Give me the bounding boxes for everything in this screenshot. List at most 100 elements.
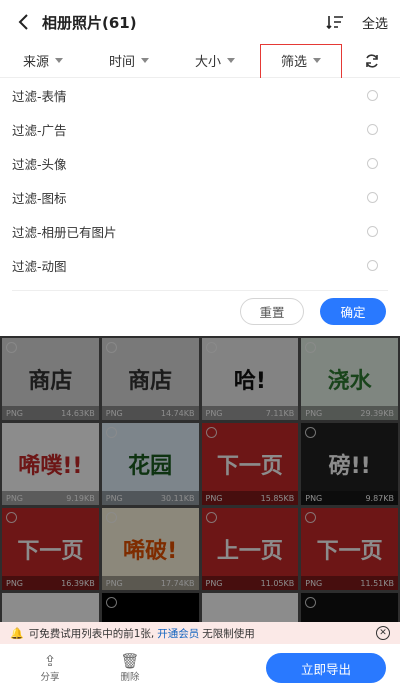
refresh-button[interactable] <box>344 44 400 77</box>
export-button[interactable]: 立即导出 <box>266 653 386 683</box>
select-check-icon[interactable] <box>105 342 117 353</box>
file-type: PNG <box>205 408 223 418</box>
file-type: PNG <box>205 493 223 503</box>
radio-button[interactable] <box>367 123 378 135</box>
file-size: 29.39KB <box>360 408 394 418</box>
image-grid: 商店 PNG 14.63KB 商店 PNG 14.74KB 哈! PNG 7.11KB 浇水 PNG… <box>0 336 400 622</box>
grid-image-item[interactable]: 上一页 PNG 11.05KB <box>201 508 299 590</box>
file-type: PNG <box>105 493 123 503</box>
select-check-icon[interactable] <box>6 427 17 438</box>
radio-button[interactable] <box>367 191 378 203</box>
delete-button[interactable]: 🗑 删除 <box>100 653 160 683</box>
grid-image-item[interactable]: 唏噗!! PNG 9.19KB <box>2 423 99 505</box>
grid-image-item[interactable]: 磅!! PNG 9.87KB <box>301 423 398 505</box>
filter-label: 过滤-广告 <box>12 122 67 138</box>
filter-label: 过滤-图标 <box>12 190 67 206</box>
tab-label: 来源 <box>22 55 49 70</box>
vip-link[interactable]: 开通会员 <box>157 626 199 641</box>
grid-image-item[interactable]: 我们就 <box>201 593 299 622</box>
select-check-icon[interactable] <box>305 597 317 608</box>
share-button[interactable]: ⇪ 分享 <box>20 653 80 683</box>
image-thumbnail: 磅!! <box>328 454 371 479</box>
grid-image-item[interactable] <box>301 593 398 622</box>
radio-button[interactable] <box>367 225 378 237</box>
page-title: 相册照片(61) <box>42 13 137 32</box>
radio-button[interactable] <box>367 89 378 101</box>
file-size: 30.11KB <box>160 493 195 503</box>
grid-image-item[interactable]: 唏破! PNG 17.74KB <box>101 508 199 590</box>
grid-image-item[interactable]: 花园 PNG 30.11KB <box>101 423 199 505</box>
image-meta: PNG 15.85KB <box>201 491 299 505</box>
radio-button[interactable] <box>367 157 378 169</box>
select-check-icon[interactable] <box>6 597 17 608</box>
file-size: 11.05KB <box>260 578 295 588</box>
file-size: 11.51KB <box>360 578 394 588</box>
select-check-icon[interactable] <box>6 512 17 523</box>
image-thumbnail: 下一页 <box>216 454 283 479</box>
bell-icon: 🔔 <box>10 626 24 640</box>
select-check-icon[interactable] <box>205 342 217 353</box>
grid-image-item[interactable] <box>101 593 199 622</box>
file-size: 17.74KB <box>160 578 195 588</box>
share-label: 分享 <box>40 672 60 683</box>
file-size: 14.74KB <box>160 408 195 418</box>
file-type: PNG <box>6 493 24 503</box>
radio-button[interactable] <box>367 259 378 271</box>
share-icon: ⇪ <box>43 652 57 670</box>
image-thumbnail: 商店 <box>128 369 173 394</box>
tab-source[interactable]: 来源 <box>0 44 86 77</box>
grid-image-item[interactable]: 下一页 PNG 11.51KB <box>301 508 398 590</box>
select-check-icon[interactable] <box>305 512 317 523</box>
select-check-icon[interactable] <box>205 512 217 523</box>
image-meta: PNG 9.19KB <box>2 491 99 505</box>
reset-button[interactable]: 重置 <box>240 298 304 325</box>
select-check-icon[interactable] <box>6 342 17 353</box>
image-meta: PNG 14.74KB <box>101 406 199 420</box>
image-meta: PNG 16.39KB <box>2 576 99 590</box>
grid-image-item[interactable]: 商店 PNG 14.74KB <box>101 338 199 420</box>
file-size: 15.85KB <box>260 493 295 503</box>
select-check-icon[interactable] <box>305 342 317 353</box>
confirm-button[interactable]: 确定 <box>320 298 386 325</box>
file-type: PNG <box>305 578 323 588</box>
grid-image-item[interactable]: 下一页 PNG 15.85KB <box>201 423 299 505</box>
select-check-icon[interactable] <box>105 427 117 438</box>
file-size: 9.87KB <box>365 493 394 503</box>
select-check-icon[interactable] <box>105 597 117 608</box>
filter-option-ads[interactable]: 过滤-广告 <box>0 112 400 146</box>
filter-option-avatar[interactable]: 过滤-头像 <box>0 146 400 180</box>
filter-option-icons[interactable]: 过滤-图标 <box>0 180 400 214</box>
select-all-button[interactable]: 全选 <box>362 13 388 32</box>
divider <box>12 290 388 291</box>
tab-time[interactable]: 时间 <box>86 44 172 77</box>
image-thumbnail: 下一页 <box>17 539 84 564</box>
grid-image-item[interactable]: 哈! PNG 7.11KB <box>201 338 299 420</box>
notice-text: 可免费试用列表中的前1张, <box>28 627 155 640</box>
file-type: PNG <box>105 408 123 418</box>
back-icon[interactable] <box>12 10 36 34</box>
image-meta: PNG 29.39KB <box>301 406 398 420</box>
select-check-icon[interactable] <box>205 427 217 438</box>
sort-icon[interactable] <box>324 11 346 33</box>
filter-option-emoji[interactable]: 过滤-表情 <box>0 78 400 112</box>
filter-label: 过滤-头像 <box>12 156 67 172</box>
grid-image-item[interactable]: 浇水 PNG 29.39KB <box>301 338 398 420</box>
close-icon[interactable]: ✕ <box>376 626 390 640</box>
file-type: PNG <box>305 493 323 503</box>
filter-option-existing[interactable]: 过滤-相册已有图片 <box>0 214 400 248</box>
file-type: PNG <box>205 578 223 588</box>
select-check-icon[interactable] <box>305 427 317 438</box>
filter-option-gif[interactable]: 过滤-动图 <box>0 248 400 282</box>
tab-filter[interactable]: 筛选 <box>258 44 344 79</box>
select-check-icon[interactable] <box>105 512 117 523</box>
file-size: 9.19KB <box>66 493 95 503</box>
image-thumbnail: 商店 <box>28 369 73 394</box>
tab-size[interactable]: 大小 <box>172 44 258 77</box>
notice-suffix: 无限制使用 <box>202 627 255 640</box>
grid-image-item[interactable]: 商店 PNG 14.63KB <box>2 338 99 420</box>
file-size: 7.11KB <box>265 408 295 418</box>
bottom-bar: ⇪ 分享 🗑 删除 立即导出 <box>0 644 400 692</box>
grid-image-item[interactable]: 狂戴 <box>2 593 99 622</box>
grid-image-item[interactable]: 下一页 PNG 16.39KB <box>2 508 99 590</box>
select-check-icon[interactable] <box>205 597 217 608</box>
